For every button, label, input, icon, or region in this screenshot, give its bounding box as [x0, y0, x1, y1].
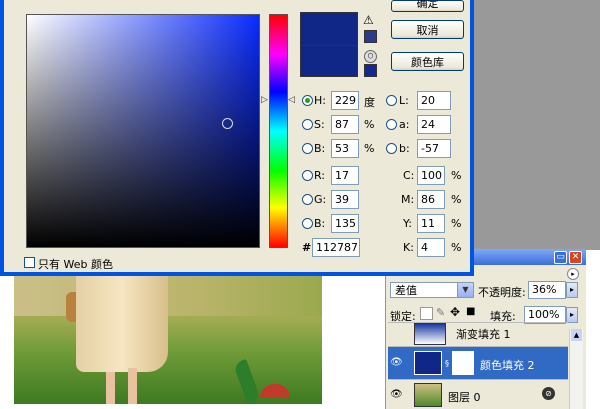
fill-color-thumbnail[interactable] — [414, 351, 442, 375]
cancel-button-label: 取消 — [416, 24, 439, 37]
a-label: a: — [399, 118, 410, 131]
layer-row[interactable]: 👁 图层 0 ⊘ — [388, 379, 568, 409]
c-input[interactable]: 100 — [417, 166, 445, 185]
web-safe-cube-icon[interactable]: ⬡ — [364, 50, 377, 63]
l-input[interactable]: 20 — [417, 91, 451, 110]
c-label: C: — [403, 169, 415, 182]
y-label: Y: — [403, 217, 412, 230]
radio-r[interactable] — [302, 170, 313, 181]
layer-row-selected[interactable]: 👁 § 颜色填充 2 — [388, 346, 568, 379]
close-icon[interactable]: ✕ — [569, 251, 582, 264]
k-label: K: — [403, 241, 414, 254]
lock-move-icon[interactable]: ✥ — [450, 305, 460, 319]
visibility-toggle[interactable] — [390, 330, 402, 342]
b-label: B: — [314, 142, 326, 155]
link-icon: § — [445, 359, 449, 368]
layer-name: 颜色填充 2 — [480, 359, 535, 372]
workspace-background — [474, 0, 600, 250]
layer-name: 渐变填充 1 — [456, 328, 511, 341]
radio-a[interactable] — [386, 119, 397, 130]
c-unit: % — [451, 169, 462, 182]
lock-all-icon[interactable]: ■ — [466, 306, 475, 317]
g-label: G: — [314, 193, 327, 206]
scroll-up-icon[interactable]: ▲ — [571, 329, 582, 341]
chevron-down-icon: ▼ — [457, 283, 473, 297]
y-unit: % — [451, 217, 462, 230]
g-input[interactable]: 39 — [331, 190, 359, 209]
lab-b-label: b: — [399, 142, 410, 155]
warning-icon[interactable]: ⚠ — [363, 13, 374, 27]
color-field-cursor[interactable] — [222, 118, 233, 129]
hex-input[interactable]: 112787 — [312, 238, 360, 257]
hue-slider-left-handle[interactable]: ▷ — [261, 96, 268, 105]
lock-paint-icon[interactable]: ✎ — [436, 306, 445, 319]
layers-scrollbar[interactable]: ▲ — [569, 329, 583, 409]
radio-l[interactable] — [386, 95, 397, 106]
opacity-label: 不透明度: — [478, 286, 526, 299]
opacity-slider-button[interactable]: ▸ — [566, 282, 578, 298]
s-label: S: — [314, 118, 325, 131]
minimize-icon[interactable]: ▭ — [554, 251, 567, 264]
l-label: L: — [399, 94, 409, 107]
opacity-input[interactable]: 36% — [528, 281, 566, 299]
m-label: M: — [401, 193, 415, 206]
layer-mask-thumbnail[interactable] — [452, 351, 474, 375]
radio-b[interactable] — [302, 143, 313, 154]
blend-mode-value: 差值 — [395, 284, 417, 297]
h-unit: 度 — [364, 96, 375, 109]
adjustment-icon[interactable]: ⊘ — [542, 387, 555, 400]
a-input[interactable]: 24 — [417, 115, 451, 134]
m-input[interactable]: 86 — [417, 190, 445, 209]
y-input[interactable]: 11 — [417, 214, 445, 233]
rgb-b-label: B: — [314, 217, 326, 230]
k-unit: % — [451, 241, 462, 254]
hue-slider[interactable] — [269, 14, 288, 248]
color-library-button-label: 颜色库 — [411, 56, 444, 69]
layer-row[interactable]: 渐变填充 1 — [388, 322, 568, 346]
canvas-photo — [14, 276, 322, 404]
layer-thumbnail — [414, 383, 442, 407]
radio-g[interactable] — [302, 194, 313, 205]
k-input[interactable]: 4 — [417, 238, 445, 257]
s-input[interactable]: 87 — [331, 115, 359, 134]
eye-icon[interactable]: 👁 — [390, 357, 403, 369]
color-library-button[interactable]: 颜色库 — [391, 52, 464, 71]
lock-transparent-icon[interactable] — [420, 307, 433, 320]
web-safe-color-swatch[interactable] — [364, 64, 377, 77]
new-color-swatch — [300, 12, 358, 46]
r-label: R: — [314, 169, 326, 182]
gamut-color-swatch[interactable] — [364, 30, 377, 43]
web-colors-only-label: 只有 Web 颜色 — [38, 258, 113, 271]
h-label: H: — [314, 94, 326, 107]
s-unit: % — [364, 118, 375, 131]
m-unit: % — [451, 193, 462, 206]
h-input[interactable]: 229 — [331, 91, 359, 110]
hue-slider-right-handle[interactable]: ◁ — [288, 96, 295, 105]
current-color-swatch[interactable] — [300, 45, 358, 77]
b-unit: % — [364, 142, 375, 155]
ok-button[interactable]: 确定 — [391, 0, 464, 12]
r-input[interactable]: 17 — [331, 166, 359, 185]
panel-menu-icon[interactable]: ▸ — [567, 268, 579, 280]
radio-s[interactable] — [302, 119, 313, 130]
radio-h[interactable] — [302, 95, 313, 106]
saturation-brightness-field[interactable] — [26, 14, 260, 248]
rgb-b-input[interactable]: 135 — [331, 214, 359, 233]
eye-icon[interactable]: 👁 — [390, 389, 403, 401]
cancel-button[interactable]: 取消 — [391, 20, 464, 39]
lab-b-input[interactable]: -57 — [417, 139, 451, 158]
layer-thumbnail — [414, 323, 446, 345]
radio-lab-b[interactable] — [386, 143, 397, 154]
blend-mode-select[interactable]: 差值 ▼ — [390, 282, 474, 298]
hex-label: # — [302, 241, 312, 254]
b-input[interactable]: 53 — [331, 139, 359, 158]
layer-name: 图层 0 — [448, 391, 481, 404]
web-colors-only-checkbox[interactable] — [24, 257, 35, 268]
ok-button-label: 确定 — [416, 0, 439, 10]
radio-rgb-b[interactable] — [302, 218, 313, 229]
fill-slider-button[interactable]: ▸ — [566, 307, 578, 323]
